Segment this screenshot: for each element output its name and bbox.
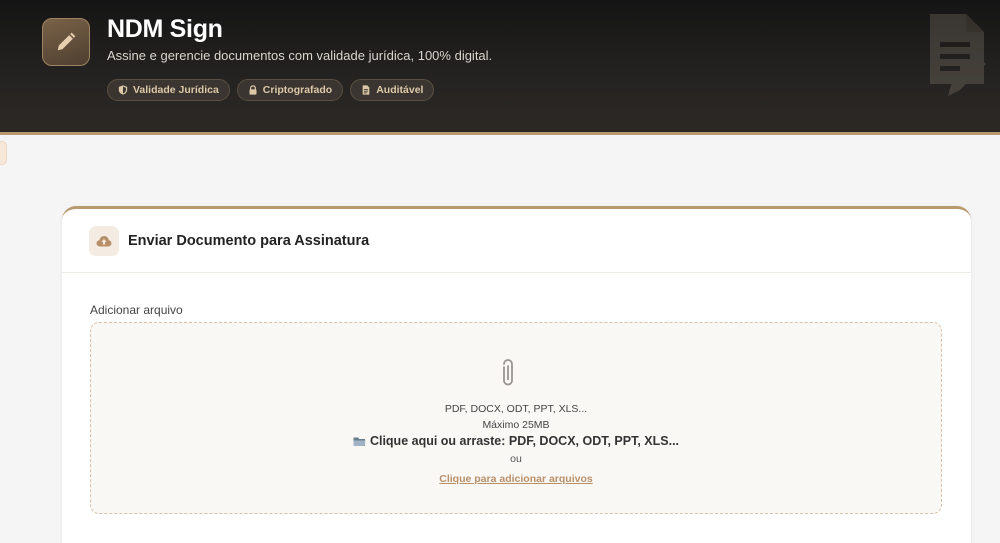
folder-icon xyxy=(353,437,366,446)
cloud-upload-icon xyxy=(96,235,112,246)
document-icon xyxy=(362,85,370,95)
document-sign-icon xyxy=(930,14,986,96)
side-tab-handle[interactable] xyxy=(0,141,7,165)
shield-icon xyxy=(118,85,128,95)
badge-label: Criptografado xyxy=(262,84,333,96)
pencil-icon xyxy=(57,32,76,51)
app-title: NDM Sign xyxy=(107,15,223,43)
card-header: Enviar Documento para Assinatura xyxy=(62,209,971,273)
app-header: NDM Sign Assine e gerencie documentos co… xyxy=(0,0,1000,135)
upload-icon-box xyxy=(89,225,119,256)
badge-label: Auditável xyxy=(376,84,424,96)
dropzone-cta[interactable]: Clique aqui ou arraste: PDF, DOCX, ODT, … xyxy=(91,434,941,448)
dropzone-max-size: Máximo 25MB xyxy=(482,419,550,431)
card-title: Enviar Documento para Assinatura xyxy=(128,232,370,249)
feature-badges: Validade Jurídica Criptografado Auditáve… xyxy=(107,79,435,101)
dropzone-formats: PDF, DOCX, ODT, PPT, XLS... xyxy=(444,403,588,415)
badge-auditavel: Auditável xyxy=(350,79,435,101)
app-subtitle: Assine e gerencie documentos com validad… xyxy=(107,48,493,63)
add-files-link[interactable]: Clique para adicionar arquivos xyxy=(91,473,941,485)
badge-criptografado: Criptografado xyxy=(236,79,344,101)
file-dropzone[interactable]: PDF, DOCX, ODT, PPT, XLS... Máximo 25MB … xyxy=(90,322,942,514)
logo xyxy=(42,18,90,66)
badge-label: Validade Jurídica xyxy=(133,84,219,96)
dropzone-or: ou xyxy=(510,453,522,465)
badge-validade-juridica: Validade Jurídica xyxy=(107,79,230,101)
upload-card: Enviar Documento para Assinatura Adicion… xyxy=(62,206,971,543)
dropzone-cta-text: Clique aqui ou arraste: PDF, DOCX, ODT, … xyxy=(369,434,680,448)
lock-icon xyxy=(249,85,257,95)
file-field-label: Adicionar arquivo xyxy=(90,303,183,317)
paperclip-icon xyxy=(503,359,513,386)
